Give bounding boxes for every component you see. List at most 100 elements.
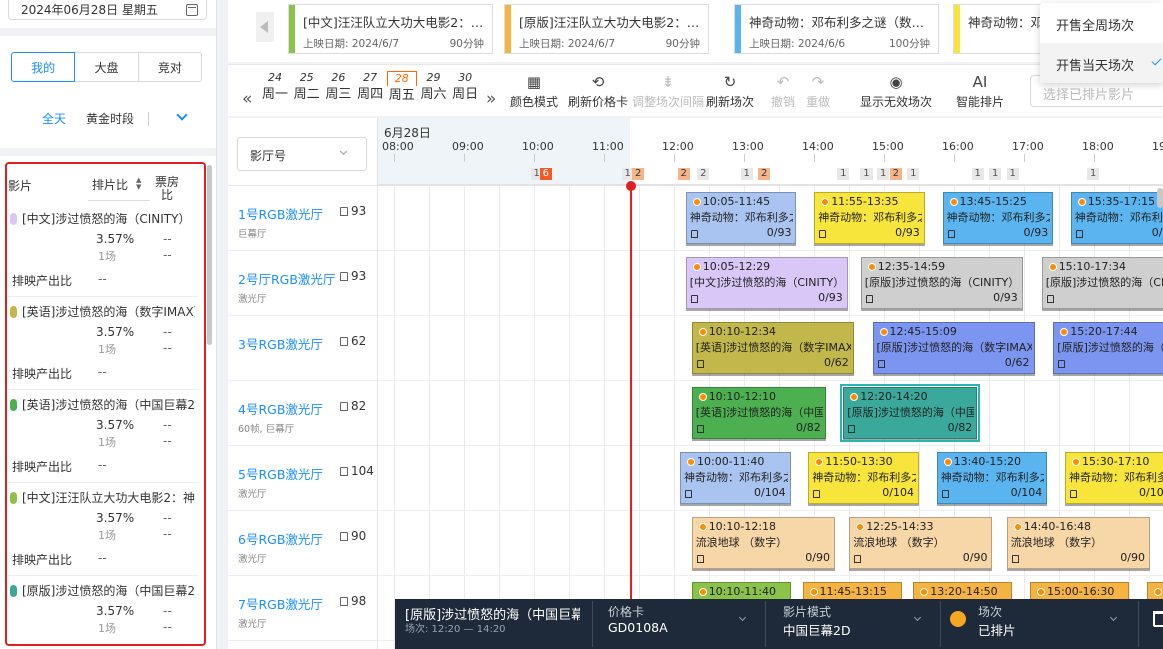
hour-tick: [1094, 154, 1095, 162]
hall-seats: 90: [340, 529, 366, 543]
current-time-line: [630, 182, 632, 649]
chevron-down-icon[interactable]: [1109, 613, 1118, 622]
hall-row[interactable]: 2号厅RGB激光厅 93 激光厅: [228, 251, 377, 316]
filter-all-day[interactable]: 全天: [42, 110, 66, 127]
redo-button[interactable]: ↷ 重做: [806, 71, 830, 110]
chevron-down-icon[interactable]: [176, 109, 188, 121]
hall-row[interactable]: 3号RGB激光厅 62: [228, 316, 377, 381]
show-block[interactable]: 10:05-11:45 神奇动物：邓布利多之谜 0/93: [685, 192, 797, 244]
movie-card[interactable]: [原版]汪汪队立大功大电影2：神奇大营救上映日期: 2024/6/7 90分钟: [504, 4, 709, 54]
price-card-button[interactable]: ⟲ 刷新价格卡: [568, 71, 628, 110]
button-label: 颜色模式: [510, 95, 559, 109]
hall-row[interactable]: 6号RGB激光厅 90 激光厅: [228, 511, 377, 576]
show-block[interactable]: 11:55-13:35 神奇动物：邓布利多之谜 0/93: [814, 192, 925, 244]
movie-card[interactable]: 神奇动物：邓布利多之谜（数字） 上映日期: 2024/6/6 100分钟: [734, 4, 939, 54]
hour-label: 13:00: [732, 140, 764, 153]
show-movie: [原版]涉过愤怒的海（CINITY）: [1045, 276, 1163, 289]
trash-icon[interactable]: [1153, 611, 1163, 627]
timeline-date: 6月28日: [384, 126, 431, 140]
day-24[interactable]: 24 周一: [260, 71, 290, 105]
scrollbar[interactable]: [207, 165, 212, 345]
movie-card-title: [中文]汪汪队立大功大电影2：神奇大营救: [303, 15, 489, 30]
hall-name[interactable]: 7号RGB激光厅: [238, 594, 323, 613]
hall-row[interactable]: 5号RGB激光厅 104 激光厅: [228, 446, 377, 511]
day-25[interactable]: 25 周二: [292, 71, 322, 105]
day-26[interactable]: 26 周三: [323, 71, 353, 105]
date-picker[interactable]: 2024年06月28日 星期五: [8, 0, 207, 20]
show-block[interactable]: 15:35-17:15 神奇动物：邓布利多之谜 0/93: [1070, 192, 1163, 244]
status-value[interactable]: 已排片: [978, 620, 1016, 639]
next-week-icon[interactable]: »: [486, 89, 496, 109]
film-button[interactable]: ▦ 颜色模式: [510, 71, 558, 110]
interval-button[interactable]: ⇟ 调整场次间隔: [632, 71, 704, 110]
show-block[interactable]: 12:45-15:09 [原版]涉过愤怒的海（数字IMAX） 0/62: [872, 322, 1035, 374]
movie-card[interactable]: [中文]汪汪队立大功大电影2：神奇大营救上映日期: 2024/6/7 90分钟: [288, 4, 493, 54]
time-filter: 全天 黄金时段: [0, 109, 216, 130]
show-block[interactable]: 10:10-12:34 [英语]涉过愤怒的海（数字IMAX） 0/62: [691, 322, 854, 374]
hall-name[interactable]: 2号厅RGB激光厅: [238, 269, 335, 288]
tab-market[interactable]: 大盘: [74, 52, 139, 82]
day-weekday: 周六: [420, 87, 447, 102]
refresh-button[interactable]: ↻ 刷新场次: [706, 71, 754, 110]
tab-mine[interactable]: 我的: [11, 52, 76, 82]
chevron-down-icon[interactable]: [913, 613, 922, 622]
status-dot: [698, 523, 707, 531]
show-block[interactable]: 13:40-15:20 神奇动物：邓布利多之谜 0/104: [936, 452, 1048, 504]
film-icon: ▦: [526, 73, 542, 91]
show-time: 10:10-11:40: [708, 585, 777, 598]
day-28[interactable]: 28 周五: [386, 71, 417, 106]
hall-row[interactable]: 1号RGB激光厅 93 巨幕厅: [228, 186, 377, 251]
hall-select[interactable]: 影厅号: [237, 137, 367, 171]
show-block[interactable]: 15:30-17:10 神奇动物：邓布利多之谜 0/104: [1065, 452, 1163, 504]
prev-week-icon[interactable]: «: [242, 89, 252, 109]
ai-button[interactable]: AI 智能排片: [956, 71, 1004, 110]
show-block[interactable]: 10:10-12:10 [英语]涉过愤怒的海（中国巨幕2D） 0/82: [691, 387, 826, 439]
show-block[interactable]: 10:00-11:40 神奇动物：邓布利多之谜 0/104: [680, 452, 791, 504]
day-weekday: 周二: [293, 87, 320, 102]
hall-name[interactable]: 3号RGB激光厅: [238, 334, 323, 353]
hall-row[interactable]: 4号RGB激光厅 82 60帧, 巨幕厅: [228, 381, 377, 446]
prev-arrow-icon[interactable]: [256, 12, 274, 42]
price-card-icon: ⟲: [591, 73, 605, 91]
day-30[interactable]: 30 周日: [450, 71, 480, 105]
show-time: 10:10-12:18: [708, 520, 777, 533]
hall-name[interactable]: 5号RGB激光厅: [238, 464, 323, 483]
show-capacity: 0/90: [1120, 551, 1145, 564]
day-27[interactable]: 27 周四: [355, 71, 385, 105]
price-card-value[interactable]: GD0108A: [608, 620, 668, 635]
filter-golden-time[interactable]: 黄金时段: [86, 110, 134, 127]
hour-tick: [464, 154, 465, 162]
seat-icon: [813, 490, 821, 498]
status-dot: [815, 458, 824, 466]
hall-name[interactable]: 4号RGB激光厅: [238, 399, 323, 418]
hall-row[interactable]: 7号RGB激光厅 98 激光厅: [228, 576, 377, 641]
show-block[interactable]: 10:10-12:18 流浪地球 （数字） 0/90: [691, 517, 835, 569]
seat-icon: [941, 490, 949, 498]
show-block[interactable]: 12:25-14:33 流浪地球 （数字） 0/90: [849, 517, 993, 569]
menu-item-day-sale[interactable]: 开售当天场次: [1040, 43, 1163, 83]
show-block[interactable]: 15:10-17:34[原版]涉过愤怒的海（CINITY）0/93: [1041, 257, 1163, 309]
show-block[interactable]: 11:50-13:30 神奇动物：邓布利多之谜 0/104: [808, 452, 919, 504]
tab-competitor[interactable]: 竞对: [137, 52, 202, 82]
show-block[interactable]: 10:05-12:29 [中文]涉过愤怒的海（CINITY） 0/93: [685, 257, 848, 309]
show-count-badge: 2: [677, 168, 690, 180]
movie-color-bar: [505, 5, 511, 53]
show-block[interactable]: 15:20-17:44[原版]涉过愤怒的海（数字IMAX）0/62: [1053, 322, 1163, 374]
show-block[interactable]: 12:35-14:59 [原版]涉过愤怒的海（CINITY） 0/93: [860, 257, 1023, 309]
show-block[interactable]: 14:40-16:48 流浪地球 （数字） 0/90: [1006, 517, 1150, 569]
show-count-badge: 1: [1087, 168, 1100, 180]
hall-name[interactable]: 1号RGB激光厅: [238, 204, 323, 223]
status-label: 场次: [978, 605, 1003, 619]
eye-button[interactable]: ◉ 显示无效场次: [860, 71, 932, 110]
film-mode-value[interactable]: 中国巨幕2D: [783, 620, 851, 639]
scrollbar[interactable]: [1157, 188, 1163, 208]
undo-button[interactable]: ↶ 撤销: [771, 71, 795, 110]
chevron-down-icon[interactable]: [738, 613, 747, 622]
show-detail-bar: [原版]涉过愤怒的海（中国巨幕2D） 场次: 12:20 — 14:20 价格卡…: [395, 599, 1163, 649]
show-block[interactable]: 13:45-15:25 神奇动物：邓布利多之谜 0/93: [942, 192, 1054, 244]
menu-item-week-sale[interactable]: 开售全周场次: [1040, 3, 1163, 43]
hour-tick: [954, 154, 955, 162]
hall-name[interactable]: 6号RGB激光厅: [238, 529, 323, 548]
day-29[interactable]: 29 周六: [419, 71, 449, 105]
show-block[interactable]: 12:20-14:20 [原版]涉过愤怒的海（中国巨幕2D） 0/82: [840, 384, 981, 442]
